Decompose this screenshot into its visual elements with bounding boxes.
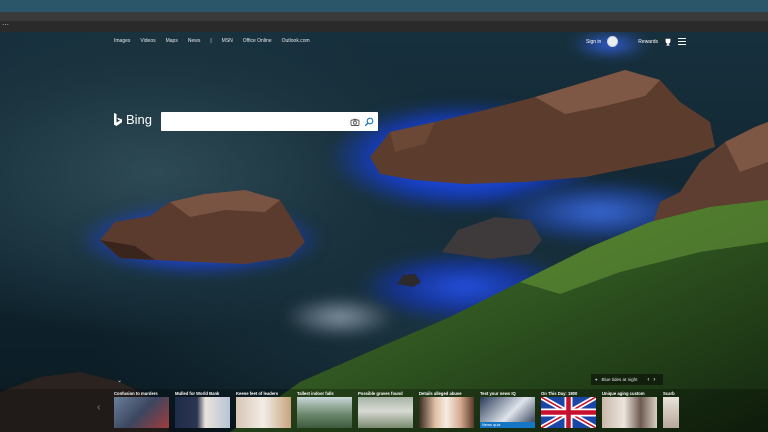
background-image [0,32,768,432]
camera-icon[interactable] [350,117,360,127]
news-card-image: News quiz [480,397,535,428]
news-card[interactable]: Confusion to murders [114,390,169,428]
menu-dots-icon[interactable]: ⋯ [2,22,9,30]
nav-link-msn[interactable]: MSN [222,38,233,44]
image-info-label: Blue tides at night [601,377,638,382]
news-card-title: On This Day: 1800 [541,391,578,396]
news-card-image [602,397,657,428]
news-card[interactable]: Mulled for World Bank [175,390,230,428]
news-card[interactable]: Keene feet of leaders [236,390,291,428]
news-card[interactable]: Test your news IQ News quiz [480,390,535,428]
news-card-image [175,397,230,428]
nav-separator: | [210,38,212,44]
news-card-image [236,397,291,428]
avatar[interactable] [607,36,619,47]
grassy-hillside [0,200,768,432]
news-card[interactable]: Tallest indoor falls [297,390,352,428]
sign-in-link[interactable]: Sign in [586,39,601,45]
account-nav: Sign in Rewards [586,36,687,47]
news-card-title: Scarb [663,391,675,396]
news-card[interactable]: Details alleged abuse [419,390,474,428]
news-carousel: Confusion to murders Mulled for World Ba… [114,390,679,428]
window-title-bar [0,0,768,12]
previous-image-icon[interactable]: ‹ [647,377,649,383]
news-card-image [541,397,596,428]
news-card[interactable]: Unique aging custom [602,390,657,428]
nav-link-outlook[interactable]: Outlook.com [282,38,310,44]
news-card-title: Keene feet of leaders [236,391,279,396]
hamburger-menu-icon[interactable] [678,38,687,45]
trophy-icon[interactable] [664,38,672,46]
next-image-icon[interactable]: › [653,377,655,383]
image-info-bar[interactable]: ⌖ Blue tides at night ‹ › [591,374,663,385]
search-input[interactable] [166,113,350,130]
bing-logo[interactable]: Bing [113,112,152,127]
news-card-title: Confusion to murders [114,391,158,396]
location-pin-icon: ⌖ [595,377,598,382]
news-card-title: Mulled for World Bank [175,391,220,396]
news-card[interactable]: On This Day: 1800 [541,390,596,428]
news-card-image [663,397,679,428]
search-icon[interactable] [364,117,374,127]
logo-text: Bing [126,112,153,127]
news-card[interactable]: Scarb [663,390,679,428]
news-card-image [419,397,474,428]
rewards-link[interactable]: Rewards [638,39,658,45]
news-card-tag: News quiz [480,422,535,428]
nav-link-news[interactable]: News [188,38,201,44]
carousel-prev-icon[interactable]: ‹ [97,402,100,413]
bing-b-icon [114,112,122,126]
news-card-title: Tallest indoor falls [297,391,334,396]
top-nav: Images Videos Maps News | MSN Office Onl… [114,38,310,44]
news-card-title: Test your news IQ [480,391,516,396]
nav-link-office-online[interactable]: Office Online [243,38,272,44]
news-card[interactable]: Possible graves found [358,390,413,428]
news-card-title: Unique aging custom [602,391,645,396]
nav-link-videos[interactable]: Videos [140,38,155,44]
nav-link-maps[interactable]: Maps [166,38,178,44]
browser-tab-strip [0,12,768,21]
news-card-image [358,397,413,428]
collapse-carousel-icon[interactable]: ⌄ [117,377,122,384]
news-card-image [297,397,352,428]
search-box[interactable] [161,112,378,131]
news-card-title: Details alleged abuse [419,391,462,396]
news-card-image [114,397,169,428]
union-flag-image [541,397,596,428]
news-card-title: Possible graves found [358,391,403,396]
nav-link-images[interactable]: Images [114,38,130,44]
